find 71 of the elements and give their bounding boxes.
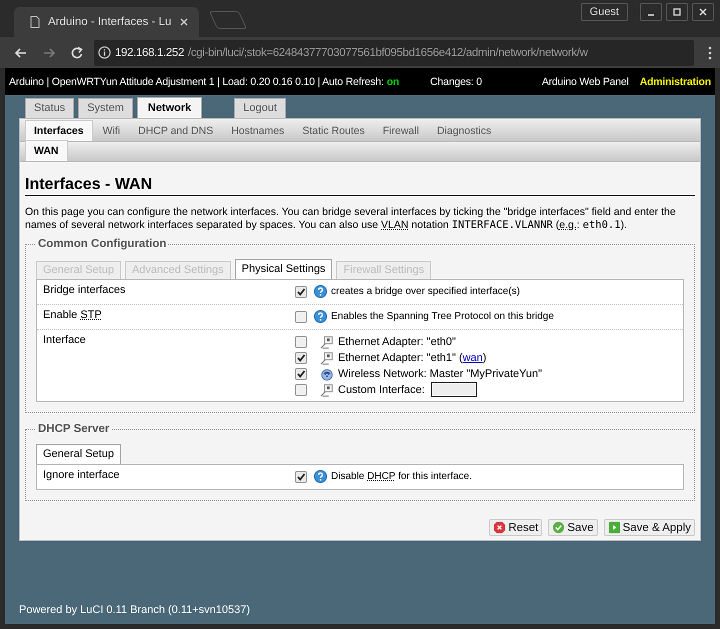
field-label: Bridge interfaces <box>43 284 127 298</box>
footer-text: Powered by LuCI 0.11 Branch (0.11+svn10537) <box>19 604 252 618</box>
help-icon <box>314 285 327 298</box>
page-icon <box>30 16 40 28</box>
network-link[interactable]: wan <box>462 352 483 364</box>
checkbox[interactable] <box>295 336 307 348</box>
apply-button[interactable]: Save & Apply <box>604 519 695 536</box>
section-tab[interactable]: General Setup <box>36 444 121 464</box>
submenu-tab[interactable]: Hostnames <box>223 121 292 141</box>
menu-tab[interactable]: Status <box>25 98 74 118</box>
submenu-tab[interactable]: Diagnostics <box>428 121 500 141</box>
network-port-icon <box>320 382 334 396</box>
help-text: creates a bridge over specified interface(s) <box>331 286 520 297</box>
save-button[interactable]: Save <box>548 519 598 536</box>
tab-title: Arduino - Interfaces - Lu <box>48 16 172 28</box>
interface-option: Wireless Network: Master "MyPrivateYun" <box>338 368 542 380</box>
section-tab[interactable]: Physical Settings <box>234 259 332 279</box>
maximize-icon <box>672 7 682 17</box>
check-icon <box>552 521 566 534</box>
wireless-icon <box>320 366 334 380</box>
reset-button[interactable]: Reset <box>489 519 542 536</box>
checkbox[interactable] <box>295 368 307 380</box>
address-bar[interactable]: 192.168.1.252 /cgi-bin/luci/;stok=62484377703077561bf095bd1656e412/admin/network/network/w <box>94 40 694 66</box>
page-description: On this page you can configure the network interfaces. You can bridge several interfaces by ticking the "bridge interfaces" field and enter the names of several network interfaces separated by spaces. You can also use VLAN notation INTERFACE.VLANNR (e.g.: eth0.1). <box>25 206 677 232</box>
close-icon <box>698 7 708 17</box>
checkbox[interactable] <box>295 286 307 298</box>
menu-icon[interactable] <box>708 46 712 60</box>
help-text: Disable DHCP for this interface. <box>331 471 472 482</box>
help-icon <box>314 310 327 323</box>
section-title: Common Configuration <box>37 238 168 250</box>
refresh-toggle[interactable]: on <box>386 76 400 88</box>
panel-link[interactable]: Arduino Web Panel <box>542 76 629 88</box>
browser-tab[interactable]: Arduino - Interfaces - Lu <box>14 7 200 37</box>
close-icon[interactable] <box>179 17 190 27</box>
network-port-icon <box>320 350 334 364</box>
checkbox[interactable] <box>295 470 307 482</box>
minimize-button[interactable] <box>640 3 662 21</box>
field-label: Enable STP <box>43 309 103 323</box>
network-port-icon <box>320 334 334 348</box>
section-title: DHCP Server <box>37 423 110 435</box>
interface-option: Ethernet Adapter: "eth0" <box>338 336 456 348</box>
custom-interface-field[interactable] <box>430 382 477 397</box>
submenu-tab[interactable]: DHCP and DNS <box>130 121 222 141</box>
header-text: Arduino | OpenWRTYun Attitude Adjustment 1 | Load: 0.20 0.16 0.10 | Auto Refresh: <box>9 76 384 88</box>
checkbox[interactable] <box>295 352 307 364</box>
changes-count: Changes: 0 <box>430 76 482 88</box>
logout-tab[interactable]: Logout <box>234 98 286 118</box>
interface-tab[interactable]: WAN <box>25 140 68 161</box>
menu-tab[interactable]: Network <box>136 97 202 118</box>
field-label: Ignore interface <box>43 469 120 483</box>
interface-option: Ethernet Adapter: "eth1" (wan) <box>338 352 486 364</box>
info-icon <box>98 46 111 59</box>
minimize-icon <box>648 14 654 16</box>
submenu-tab[interactable]: Static Routes <box>294 121 373 141</box>
help-text: Enables the Spanning Tree Protocol on this bridge <box>331 311 554 322</box>
maximize-button[interactable] <box>666 3 688 21</box>
menu-tab[interactable]: System <box>78 98 133 118</box>
help-icon <box>314 470 327 483</box>
submenu-tab[interactable]: Firewall <box>374 121 427 141</box>
cross-icon <box>493 521 506 534</box>
close-button[interactable] <box>692 3 714 21</box>
admin-link[interactable]: Administration <box>640 76 711 88</box>
field-label: Interface <box>43 334 87 348</box>
play-icon <box>608 521 621 534</box>
checkbox[interactable] <box>295 310 307 322</box>
checkbox[interactable] <box>295 384 307 396</box>
profile-button[interactable]: Guest <box>580 3 628 21</box>
interface-option: Custom Interface: <box>338 384 425 396</box>
page-title: Interfaces - WAN <box>25 176 695 196</box>
submenu-tab[interactable]: Wifi <box>94 121 128 141</box>
submenu-tab[interactable]: Interfaces <box>25 120 93 141</box>
